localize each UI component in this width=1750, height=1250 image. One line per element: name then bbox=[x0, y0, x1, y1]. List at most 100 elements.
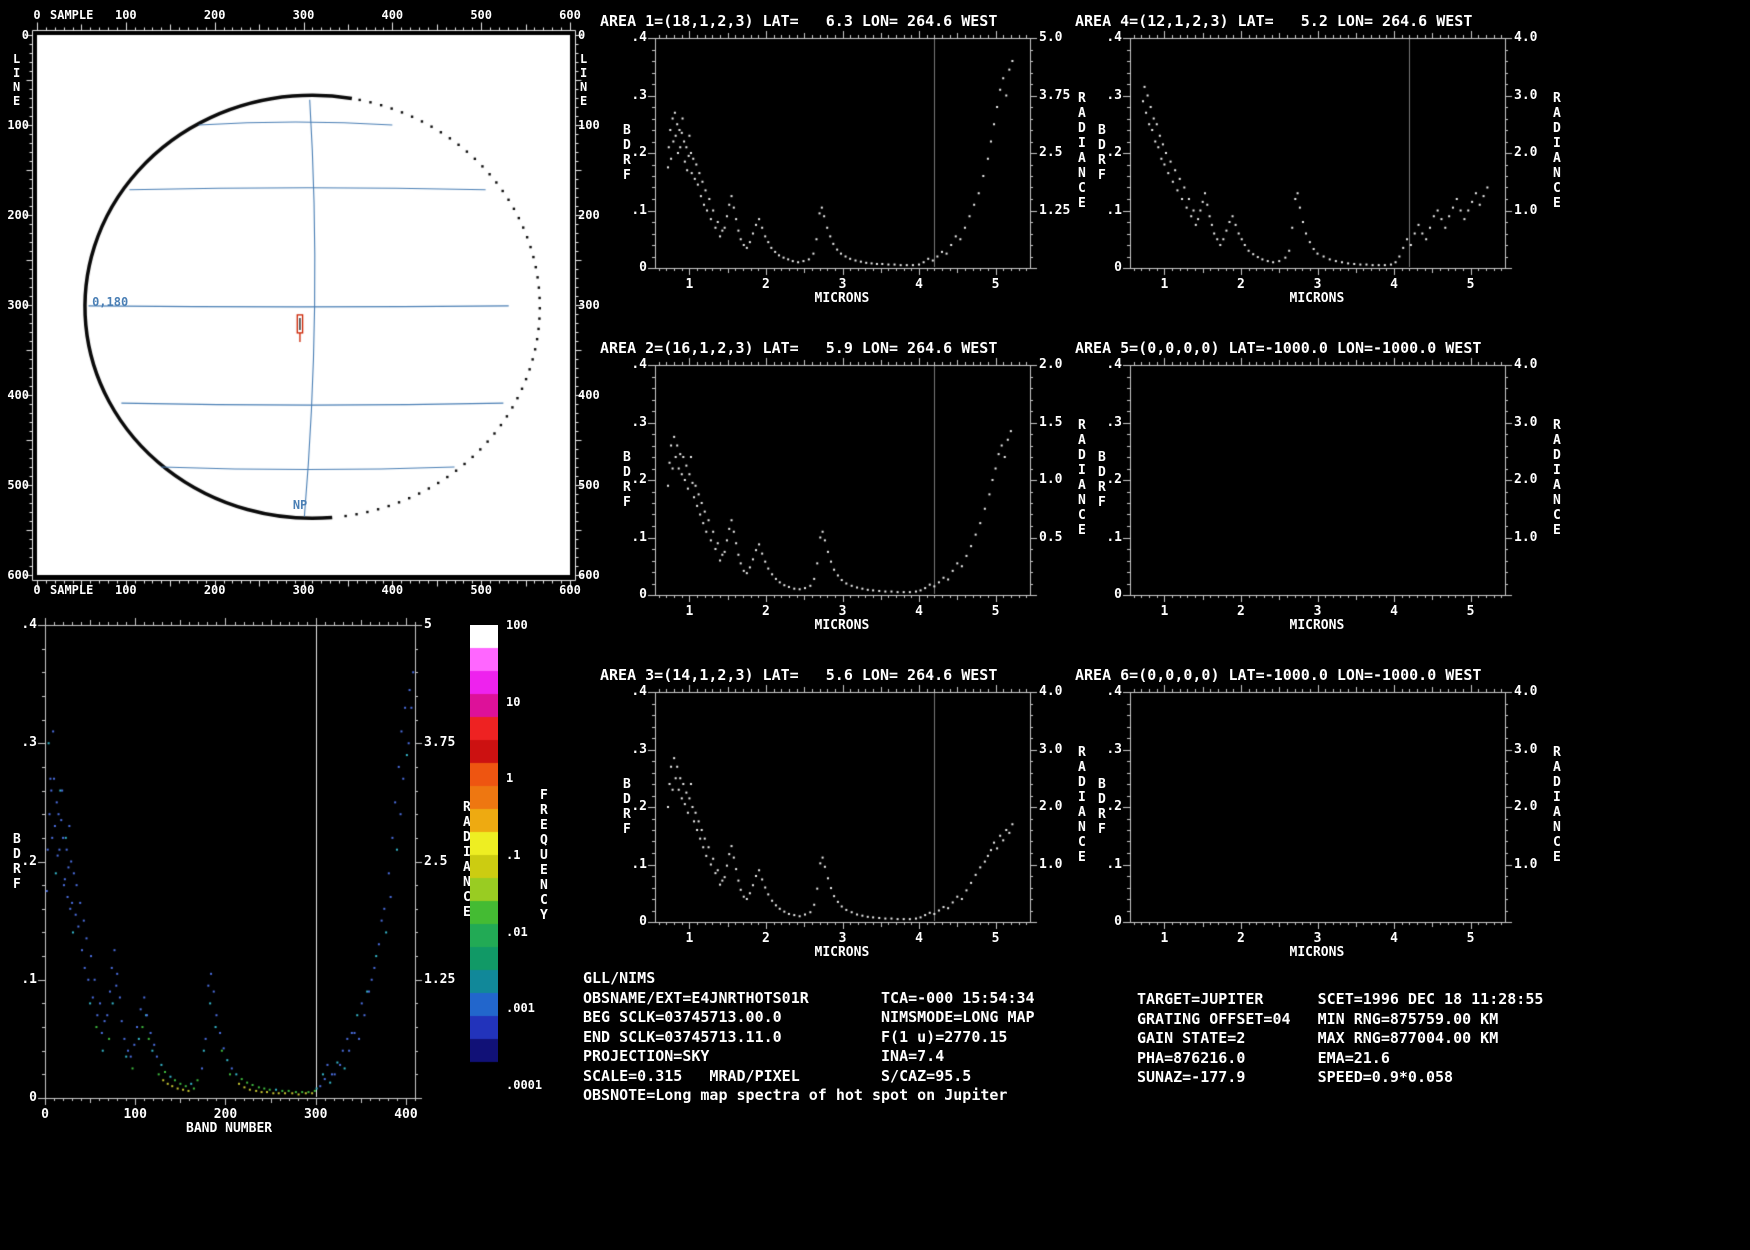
area1-canvas bbox=[645, 28, 1040, 278]
area2-ytick-label: .3 bbox=[631, 414, 647, 430]
area3-xtick-label: 4 bbox=[915, 931, 923, 946]
band-density-xtick-label: 100 bbox=[123, 1107, 147, 1122]
sky-line-tick-left: 200 bbox=[7, 208, 29, 222]
area6-xtick-label: 4 bbox=[1390, 931, 1398, 946]
sky-sample-tick-top: 200 bbox=[203, 8, 226, 22]
band-density-rtick-label: 3.75 bbox=[424, 735, 456, 751]
area4-raxis-title: R A D I A N C E bbox=[1553, 91, 1561, 211]
area2-rtick-label: 1.0 bbox=[1039, 472, 1063, 487]
area1-rtick-label: 2.5 bbox=[1039, 145, 1063, 160]
frequency-colorbar-title: F R E Q U E N C Y bbox=[540, 788, 548, 923]
area2-ytick-label: 0 bbox=[639, 587, 647, 602]
area5-rtick-label: 2.0 bbox=[1514, 472, 1538, 487]
area5-xaxis-title: MICRONS bbox=[1289, 618, 1345, 633]
band-density-xtick-label: 400 bbox=[394, 1107, 418, 1122]
area3-rtick-label: 1.0 bbox=[1039, 856, 1063, 872]
sky-sample-tick-bottom: 300 bbox=[292, 583, 315, 597]
sky-line-tick-right: 100 bbox=[578, 118, 600, 132]
area2-xtick-label: 3 bbox=[838, 604, 847, 619]
sky-right-axis-title: L I N E bbox=[580, 52, 588, 108]
sky-line-tick-left: 100 bbox=[7, 118, 29, 132]
area4-rtick-label: 2.0 bbox=[1514, 145, 1538, 160]
area3-xtick-label: 5 bbox=[991, 931, 1000, 946]
area3-ytick-label: .3 bbox=[631, 741, 647, 757]
area3-xaxis-title: MICRONS bbox=[814, 945, 870, 960]
area5-ytick-label: 0 bbox=[1114, 587, 1122, 602]
area1-xtick-label: 1 bbox=[685, 277, 694, 292]
area5-canvas bbox=[1120, 355, 1515, 605]
sky-sample-tick-top: 0 bbox=[33, 8, 41, 22]
area3-rtick-label: 2.0 bbox=[1039, 799, 1063, 814]
sky-sample-tick-bottom: 600 bbox=[559, 583, 581, 597]
area3-ytick-label: .1 bbox=[631, 856, 647, 872]
sky-sample-tick-bottom: 0 bbox=[33, 583, 41, 597]
sky-sample-tick-top: 600 bbox=[559, 8, 581, 22]
area1-ytick-label: 0 bbox=[639, 260, 647, 275]
area1-ytick-label: .1 bbox=[631, 202, 647, 218]
sky-line-tick-left: 600 bbox=[7, 568, 29, 582]
sky-sample-tick-bottom: 100 bbox=[114, 583, 137, 597]
area5-title: AREA 5=(0,0,0,0) LAT=-1000.0 LON=-1000.0… bbox=[1075, 339, 1482, 357]
sky-line-tick-right: 400 bbox=[578, 388, 600, 402]
area1-xtick-label: 2 bbox=[762, 277, 770, 292]
frequency-colorbar-tick-label: 10 bbox=[506, 694, 521, 709]
sky-line-tick-left: 300 bbox=[7, 298, 29, 312]
area6-rtick-label: 1.0 bbox=[1514, 856, 1538, 872]
area2-ytick-label: .4 bbox=[631, 357, 647, 372]
area5-raxis-title: R A D I A N C E bbox=[1553, 418, 1561, 538]
frequency-colorbar-tick-label: .0001 bbox=[506, 1078, 543, 1092]
band-density-ytick-label: .1 bbox=[21, 971, 37, 987]
band-density-xtick-label: 300 bbox=[303, 1107, 328, 1122]
area1-rtick-label: 3.75 bbox=[1039, 87, 1071, 103]
nims-summary-display: 0 0 0 0 100 100 100 100 200 200 200 200 300 300 300 300… bbox=[0, 0, 1750, 1250]
area3-ytick-label: 0 bbox=[639, 914, 647, 929]
area2-xtick-label: 1 bbox=[685, 604, 694, 619]
sky-sample-tick-bottom: 400 bbox=[381, 583, 404, 597]
sky-top-axis-title: SAMPLE bbox=[50, 8, 94, 22]
area3-xtick-label: 2 bbox=[762, 931, 770, 946]
area4-xtick-label: 5 bbox=[1466, 277, 1475, 292]
area3-ytick-label: .4 bbox=[631, 684, 647, 699]
area6-xaxis-title: MICRONS bbox=[1289, 945, 1345, 960]
frequency-colorbar-tick-label: .01 bbox=[506, 924, 528, 939]
area6-yaxis-title: B D R F bbox=[1098, 777, 1106, 837]
area2-rtick-label: 2.0 bbox=[1039, 357, 1063, 372]
area1-yaxis-title: B D R F bbox=[623, 123, 631, 183]
area6-xtick-label: 1 bbox=[1160, 931, 1169, 946]
area5-ytick-label: .4 bbox=[1106, 357, 1122, 372]
band-density-xtick-label: 200 bbox=[213, 1107, 238, 1122]
area4-ytick-label: .1 bbox=[1106, 202, 1122, 218]
sky-sample-tick-top: 500 bbox=[470, 8, 492, 22]
area6-ytick-label: .4 bbox=[1106, 684, 1122, 699]
area1-title: AREA 1=(18,1,2,3) LAT= 6.3 LON= 264.6 WE… bbox=[600, 12, 998, 30]
sky-line-tick-right: 300 bbox=[578, 298, 600, 312]
area4-xtick-label: 3 bbox=[1313, 277, 1322, 292]
band-density-xaxis-title: BAND NUMBER bbox=[186, 1121, 273, 1136]
area5-rtick-label: 3.0 bbox=[1514, 414, 1538, 430]
band-density-rtick-label: 5 bbox=[424, 617, 432, 632]
frequency-colorbar-tick-label: 1 bbox=[506, 771, 514, 786]
area3-xtick-label: 3 bbox=[838, 931, 847, 946]
area6-ytick-label: 0 bbox=[1114, 914, 1122, 929]
sky-equator-label: 0,180 bbox=[92, 295, 129, 310]
area6-title: AREA 6=(0,0,0,0) LAT=-1000.0 LON=-1000.0… bbox=[1075, 666, 1482, 684]
sky-line-tick-right: 0 bbox=[578, 28, 586, 42]
band-density-xtick-label: 0 bbox=[41, 1107, 49, 1122]
area4-xtick-label: 2 bbox=[1237, 277, 1245, 292]
area1-ytick-label: .3 bbox=[631, 87, 647, 103]
area1-rtick-label: 1.25 bbox=[1039, 202, 1071, 218]
sky-line-tick-right: 200 bbox=[578, 208, 600, 222]
area1-xtick-label: 5 bbox=[991, 277, 1000, 292]
observation-info-right: TARGET=JUPITER SCET=1996 DEC 18 11:28:55… bbox=[1137, 990, 1544, 1086]
area4-title: AREA 4=(12,1,2,3) LAT= 5.2 LON= 264.6 WE… bbox=[1075, 12, 1473, 30]
area5-xtick-label: 2 bbox=[1237, 604, 1245, 619]
area5-ytick-label: .3 bbox=[1106, 414, 1122, 430]
band-density-rtick-label: 1.25 bbox=[424, 971, 456, 987]
sky-left-axis-title: L I N E bbox=[13, 52, 21, 108]
sky-sample-tick-bottom: 200 bbox=[203, 583, 226, 597]
area4-yaxis-title: B D R F bbox=[1098, 123, 1106, 183]
area4-ytick-label: .3 bbox=[1106, 87, 1122, 103]
area5-xtick-label: 3 bbox=[1313, 604, 1322, 619]
area5-xtick-label: 4 bbox=[1390, 604, 1398, 619]
area4-xtick-label: 1 bbox=[1160, 277, 1169, 292]
